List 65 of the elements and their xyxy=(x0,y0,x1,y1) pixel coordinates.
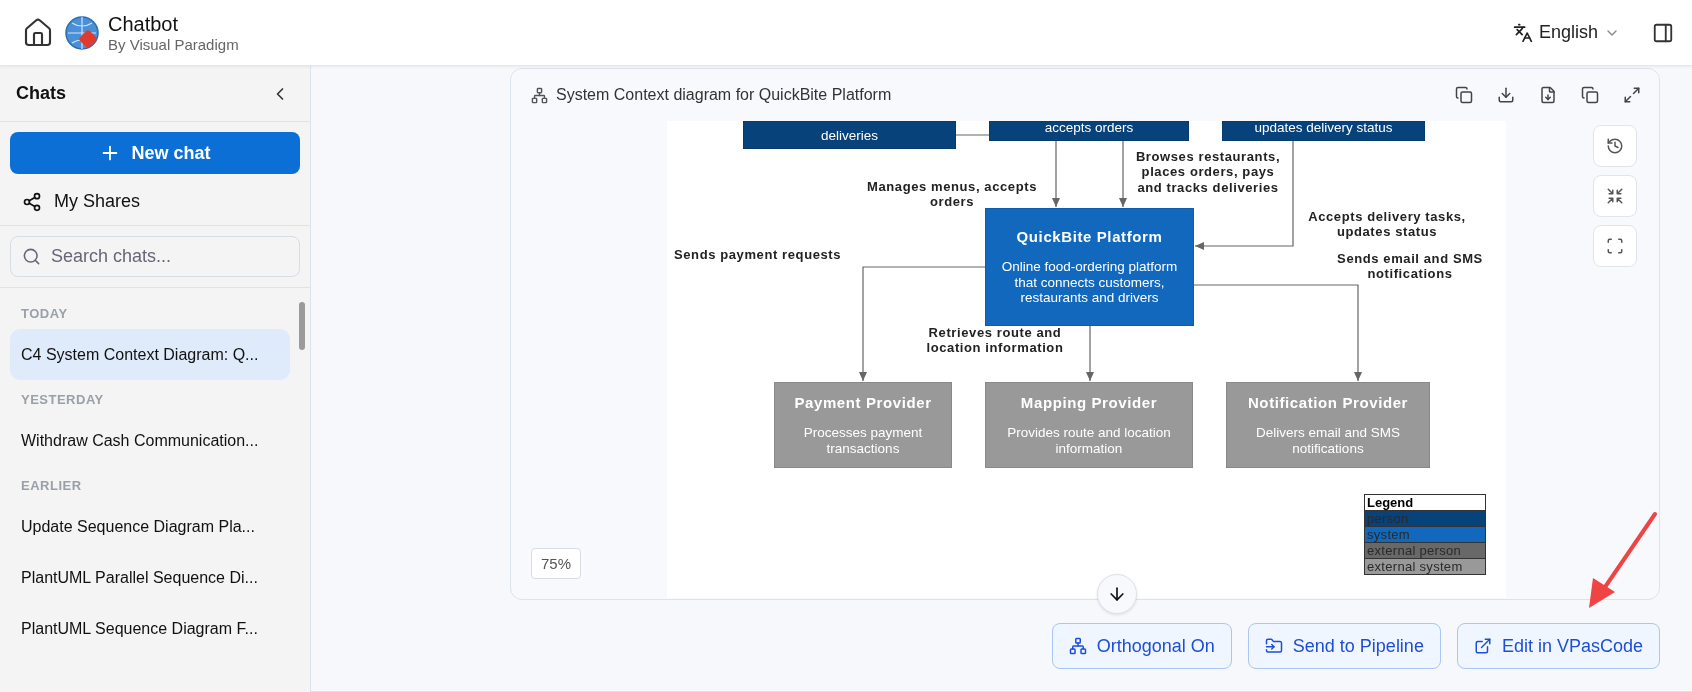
download-icon xyxy=(1497,86,1515,104)
chat-item[interactable]: PlantUML Sequence Diagram F... xyxy=(10,603,290,654)
language-selector[interactable]: English xyxy=(1508,18,1624,47)
sidebar-panel-icon xyxy=(1652,21,1674,44)
group-label: TODAY xyxy=(20,306,69,321)
node-description: deliveries xyxy=(821,128,878,144)
relationship-label: Accepts delivery tasks, updates status xyxy=(1307,209,1467,240)
search-icon xyxy=(22,247,41,266)
diagram-icon xyxy=(531,86,548,104)
node-title: QuickBite Platform xyxy=(1016,228,1163,246)
node-title: Notification Provider xyxy=(1247,394,1409,411)
relationship-label: Retrieves route and location information xyxy=(925,325,1065,356)
scrollbar-thumb[interactable] xyxy=(299,302,305,350)
legend-entry: external system xyxy=(1365,558,1485,574)
node-description: updates delivery status xyxy=(1254,121,1393,136)
expand-icon xyxy=(1623,86,1641,104)
relationship-label: Sends payment requests xyxy=(674,247,843,263)
copy-icon xyxy=(1581,86,1599,104)
copy-icon xyxy=(1455,86,1473,104)
home-icon xyxy=(22,16,54,49)
translate-icon xyxy=(1512,22,1533,43)
chat-item[interactable]: PlantUML Parallel Sequence Di... xyxy=(10,552,290,603)
node-description: accepts orders xyxy=(1044,121,1134,136)
scroll-down-button[interactable] xyxy=(1097,574,1137,614)
legend-entry: system xyxy=(1365,526,1485,542)
group-label: YESTERDAY xyxy=(20,392,105,407)
node-description: Processes payment transactions xyxy=(802,425,924,456)
share-icon xyxy=(22,191,42,212)
node-description: Provides route and location information xyxy=(1006,425,1172,456)
chat-item[interactable]: Update Sequence Diagram Pla... xyxy=(10,501,290,552)
shrink-icon xyxy=(1606,187,1624,205)
connector-arrow xyxy=(1086,325,1094,382)
diagram-title: System Context diagram for QuickBite Platform xyxy=(556,86,893,104)
node-description: Delivers email and SMS notifications xyxy=(1254,425,1402,456)
node-description: Online food-ordering platform that connects customers, restaurants and drivers xyxy=(1000,259,1179,306)
sidebar-title: Chats xyxy=(16,83,66,104)
history-button[interactable] xyxy=(1593,125,1637,167)
app-name: Chatbot xyxy=(108,12,180,36)
relationship-label: Browses restaurants, places orders, pays and tracks deliveries xyxy=(1134,149,1282,195)
my-shares-link[interactable]: My Shares xyxy=(0,178,310,226)
external-link-icon xyxy=(1473,637,1492,655)
action-button[interactable]: Send to Pipeline xyxy=(1247,623,1441,669)
node-title: Mapping Provider xyxy=(1020,394,1158,411)
logo-icon xyxy=(64,14,100,51)
action-button[interactable]: Orthogonal On xyxy=(1051,623,1232,669)
folder-arrow-icon xyxy=(1264,637,1283,655)
action-button[interactable]: Edit in VPasCode xyxy=(1456,623,1660,669)
new-chat-button[interactable]: New chat xyxy=(10,132,300,174)
relationship-label: Sends email and SMS notifications xyxy=(1336,251,1484,282)
search-field[interactable]: Search chats... xyxy=(10,236,300,277)
history-icon xyxy=(1606,137,1624,155)
hierarchy-icon xyxy=(1068,637,1087,655)
relationship-label: Manages menus, accepts orders xyxy=(866,179,1038,210)
connector-arrow xyxy=(1119,140,1127,208)
zoom-level: 75% xyxy=(531,548,582,579)
group-label: EARLIER xyxy=(20,478,83,493)
chat-item[interactable]: Withdraw Cash Communication... xyxy=(10,415,290,466)
legend-entry: person xyxy=(1365,510,1485,526)
fit-button[interactable] xyxy=(1593,175,1637,217)
fullscreen-icon xyxy=(1606,237,1624,255)
chat-item[interactable]: C4 System Context Diagram: Q... xyxy=(10,329,290,380)
legend-entry: external person xyxy=(1365,542,1485,558)
node-title: Payment Provider xyxy=(794,394,932,411)
app-subtitle: By Visual Paradigm xyxy=(108,35,239,53)
file-download-icon xyxy=(1539,86,1557,104)
